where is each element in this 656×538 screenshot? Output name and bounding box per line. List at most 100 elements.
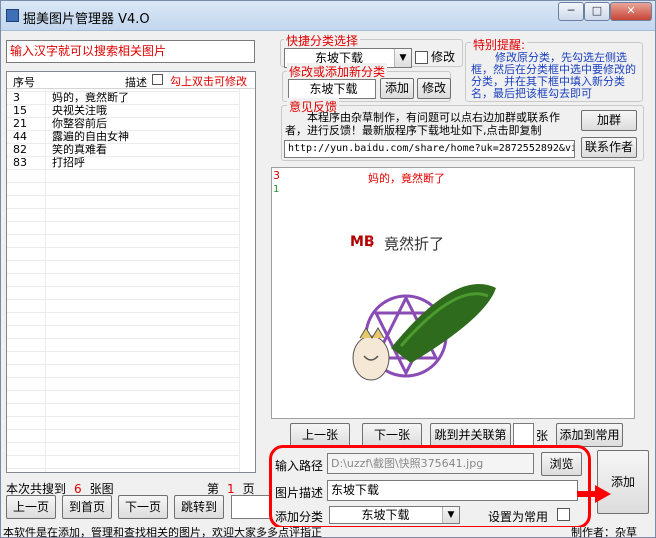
row-divider — [7, 117, 239, 118]
page-prefix: 第 — [207, 482, 220, 496]
arrow-right-icon — [577, 485, 611, 503]
row-divider — [7, 221, 239, 222]
list-item-id: 44 — [13, 130, 27, 143]
row-divider — [7, 91, 239, 92]
title-bar: 掘美图片管理器 V4.O ─ □ ✕ — [1, 1, 655, 31]
edit-mode-checkbox[interactable] — [152, 74, 163, 85]
status-text: 本软件是在添加，管理和查找相关的图片，欢迎大家多多点评指正 — [3, 527, 322, 538]
row-divider — [7, 286, 239, 287]
modify-category-button[interactable]: 修改 — [417, 78, 451, 99]
page-number: 1 — [227, 482, 235, 496]
path-input[interactable]: D:\uzzf\截图\快照375641.jpg — [327, 453, 534, 474]
row-divider — [7, 299, 239, 300]
jump-image-input[interactable] — [513, 423, 534, 447]
list-item-id: 3 — [13, 91, 20, 104]
tips-legend: 特别提醒: — [471, 36, 528, 53]
row-divider — [7, 377, 239, 378]
row-divider — [7, 312, 239, 313]
search-result-prefix: 本次共搜到 — [6, 482, 67, 496]
cucumber-meme-image — [352, 284, 496, 381]
close-button[interactable]: ✕ — [610, 2, 652, 21]
search-input[interactable]: 输入汉字就可以搜索相关图片 — [6, 40, 255, 63]
row-divider — [7, 390, 239, 391]
app-icon — [6, 9, 19, 22]
contact-author-button[interactable]: 联系作者 — [581, 137, 637, 158]
desc-input[interactable]: 东坡下载 — [327, 480, 578, 501]
row-divider — [7, 260, 239, 261]
image-preview-panel: 3 妈的，竟然断了 1 MB ! 竟然折了 — [271, 167, 635, 419]
row-divider — [7, 273, 239, 274]
window-title: 掘美图片管理器 V4.O — [23, 12, 150, 27]
list-item-id: 83 — [13, 156, 27, 169]
next-image-button[interactable]: 下一张 — [362, 423, 422, 447]
add-to-common-button[interactable]: 添加到常用 — [556, 423, 623, 447]
list-item[interactable]: 15 央视关注哦 — [7, 104, 239, 117]
image-caption-text: 竟然折了 — [384, 235, 445, 253]
row-divider — [7, 195, 239, 196]
add-category-value: 东坡下载 — [361, 508, 410, 522]
prev-image-button[interactable]: 上一张 — [290, 423, 350, 447]
edit-category-legend: 修改或添加新分类 — [287, 63, 388, 80]
row-divider — [7, 455, 239, 456]
maximize-button[interactable]: □ — [584, 2, 610, 21]
browse-button[interactable]: 浏览 — [541, 452, 582, 476]
image-unit-label: 张 — [536, 429, 549, 443]
first-page-button[interactable]: 到首页 — [62, 495, 112, 519]
path-label: 输入路径 — [275, 459, 324, 473]
row-divider — [7, 169, 239, 170]
jump-link-button[interactable]: 跳到并关联第 — [430, 423, 511, 447]
add-category-button[interactable]: 添加 — [380, 78, 414, 99]
row-divider — [7, 325, 239, 326]
add-image-button[interactable]: 添加 — [597, 450, 649, 514]
row-divider — [7, 468, 239, 469]
row-divider — [7, 208, 239, 209]
row-divider — [7, 351, 239, 352]
row-divider — [7, 442, 239, 443]
tips-text: 修改原分类，先勾选左侧选框，然后在分类框中选中要修改的分类，并在其下框中填入新分… — [471, 52, 636, 100]
list-item[interactable]: 83 打招呼 — [7, 156, 239, 169]
list-item-id: 15 — [13, 104, 27, 117]
list-header: 序号 描述 勾上双击可修改 — [7, 72, 255, 89]
minimize-button[interactable]: ─ — [558, 2, 584, 21]
app-window: 掘美图片管理器 V4.O ─ □ ✕ 输入汉字就可以搜索相关图片 序号 描述 勾… — [0, 0, 656, 538]
jump-page-button[interactable]: 跳转到 — [174, 495, 224, 519]
list-item[interactable]: 3 妈的，竟然断了 — [7, 91, 239, 104]
search-result-count: 6 — [74, 482, 82, 496]
set-common-checkbox[interactable] — [557, 508, 570, 521]
list-item-id: 82 — [13, 143, 27, 156]
row-divider — [7, 156, 239, 157]
preview-image — [316, 188, 604, 400]
col-desc-header: 描述 — [125, 76, 147, 89]
cat-label: 添加分类 — [275, 510, 324, 524]
category-name-input[interactable]: 东坡下载 — [288, 79, 376, 99]
list-item-desc: 笑的真难看 — [52, 143, 107, 156]
image-list[interactable]: 序号 描述 勾上双击可修改 3 妈的，竟然断了 15 央视关注哦 21 你整容前后 44 露遍… — [6, 71, 256, 473]
list-item[interactable]: 82 笑的真难看 — [7, 143, 239, 156]
list-item-desc: 妈的，竟然断了 — [52, 91, 129, 104]
join-group-button[interactable]: 加群 — [581, 110, 637, 131]
edit-hint-label: 勾上双击可修改 — [170, 75, 247, 88]
list-item-id: 21 — [13, 117, 27, 130]
list-item-desc: 打招呼 — [52, 156, 85, 169]
modify-category-checkbox[interactable] — [415, 51, 428, 64]
image-exclaim: ! — [368, 232, 375, 251]
preview-desc: 妈的，竟然断了 — [368, 172, 445, 185]
row-divider — [7, 338, 239, 339]
row-divider — [7, 364, 239, 365]
next-page-button[interactable]: 下一页 — [118, 495, 168, 519]
quick-category-legend: 快捷分类选择 — [284, 32, 361, 49]
author-text: 制作者：杂草 — [567, 527, 637, 537]
row-divider — [7, 234, 239, 235]
page-suffix: 页 — [242, 482, 255, 496]
list-item[interactable]: 44 露遍的自由女神 — [7, 130, 239, 143]
list-item[interactable]: 21 你整容前后 — [7, 117, 239, 130]
modify-label: 修改 — [431, 50, 456, 64]
list-item-desc: 露遍的自由女神 — [52, 130, 129, 143]
row-divider — [7, 182, 239, 183]
download-url-field[interactable]: http://yun.baidu.com/share/home?uk=28725… — [284, 140, 575, 158]
column-divider — [239, 89, 240, 472]
add-category-select[interactable]: 东坡下载 ▼ — [329, 506, 460, 524]
row-divider — [7, 143, 239, 144]
prev-page-button[interactable]: 上一页 — [6, 495, 56, 519]
jump-page-input[interactable] — [231, 495, 271, 519]
